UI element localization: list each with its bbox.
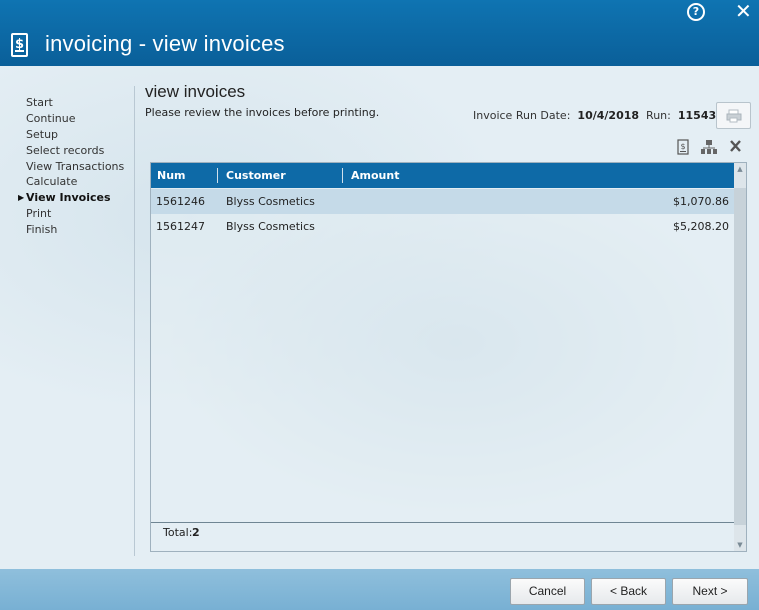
printer-icon [726, 109, 742, 123]
nav-step-start[interactable]: Start [26, 95, 124, 111]
nav-step-view-transactions[interactable]: View Transactions [26, 159, 124, 175]
page-heading: view invoices [145, 82, 246, 101]
print-button[interactable] [716, 102, 751, 129]
current-step-arrow-icon: ▶ [18, 193, 25, 203]
nav-step-view-invoices[interactable]: ▶ View Invoices [18, 190, 124, 206]
column-separator [342, 168, 343, 183]
scroll-thumb[interactable] [734, 188, 746, 525]
title-bar: $ invoicing - view invoices ? ✕ [0, 0, 759, 66]
grid-header: Num Customer Amount [151, 163, 734, 188]
column-separator [217, 168, 218, 183]
cancel-button[interactable]: Cancel [510, 578, 585, 605]
nav-step-calculate[interactable]: Calculate [26, 174, 124, 190]
run-date-value: 10/4/2018 [577, 109, 640, 122]
page-instructions: Please review the invoices before printi… [145, 106, 380, 119]
run-info: Invoice Run Date: 10/4/2018 Run: 11543 [473, 109, 716, 122]
close-icon[interactable]: ✕ [735, 1, 752, 21]
table-row[interactable]: 1561246 Blyss Cosmetics $1,070.86 [151, 189, 734, 214]
nav-step-finish[interactable]: Finish [26, 222, 124, 238]
run-date-label: Invoice Run Date: [473, 109, 571, 122]
grid-scrollbar[interactable]: ▲ ▼ [734, 163, 746, 551]
column-header-num[interactable]: Num [157, 163, 186, 188]
run-value: 11543 [677, 109, 717, 122]
cell-num: 1561247 [156, 220, 205, 233]
cell-amount: $5,208.20 [673, 220, 729, 233]
grid-footer: Total: 2 [151, 522, 734, 552]
cell-customer: Blyss Cosmetics [226, 195, 315, 208]
nav-step-select-records[interactable]: Select records [26, 143, 124, 159]
scroll-down-icon[interactable]: ▼ [734, 539, 746, 551]
invoices-grid: Num Customer Amount 1561246 Blyss Cosmet… [150, 162, 747, 552]
table-row[interactable]: 1561247 Blyss Cosmetics $5,208.20 [151, 214, 734, 239]
column-header-amount[interactable]: Amount [351, 163, 399, 188]
invoice-app-icon: $ [11, 33, 28, 57]
scroll-up-icon[interactable]: ▲ [734, 163, 746, 175]
run-label: Run: [646, 109, 671, 122]
total-label: Total: [163, 526, 193, 539]
back-button[interactable]: < Back [591, 578, 666, 605]
invoice-icon[interactable]: $ [677, 139, 689, 158]
nav-step-setup[interactable]: Setup [26, 127, 124, 143]
help-icon[interactable]: ? [687, 3, 705, 21]
wizard-steps-nav: Start Continue Setup Select records View… [18, 95, 124, 238]
total-value: 2 [192, 526, 200, 539]
organization-icon[interactable] [700, 139, 718, 158]
nav-divider [134, 86, 135, 556]
cell-customer: Blyss Cosmetics [226, 220, 315, 233]
nav-step-print[interactable]: Print [26, 206, 124, 222]
cell-amount: $1,070.86 [673, 195, 729, 208]
nav-step-continue[interactable]: Continue [26, 111, 124, 127]
svg-text:$: $ [680, 142, 685, 151]
cell-num: 1561246 [156, 195, 205, 208]
column-header-customer[interactable]: Customer [226, 163, 286, 188]
delete-icon[interactable] [729, 139, 742, 156]
next-button[interactable]: Next > [672, 578, 748, 605]
window-title: invoicing - view invoices [45, 31, 285, 56]
